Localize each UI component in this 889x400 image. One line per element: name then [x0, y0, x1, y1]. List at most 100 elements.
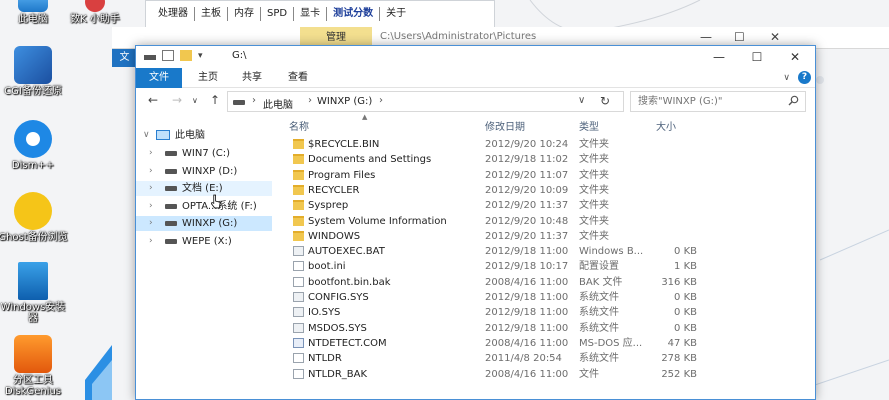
chevron-right-icon[interactable]: › — [379, 95, 383, 106]
file-row[interactable]: Documents and Settings 2012/9/18 11:02 文件夹 — [286, 152, 706, 167]
file-row[interactable]: NTLDR_BAK 2008/4/16 11:00 文件 252 KB — [286, 367, 706, 382]
refresh-icon[interactable]: ↻ — [600, 94, 610, 108]
tool-tab-active[interactable]: 测试分数 — [327, 7, 381, 21]
customize-toolbar-icon[interactable]: ▾ — [198, 51, 203, 61]
tool-tab[interactable]: 主板 — [195, 7, 228, 21]
window-title: G:\ — [232, 50, 247, 61]
desk-icon-label: 数K 小助手 — [70, 14, 120, 25]
chevron-right-icon[interactable]: › — [252, 95, 256, 106]
column-header-size[interactable]: 大小 — [656, 118, 676, 133]
chevron-right-icon[interactable]: › — [149, 234, 153, 249]
tree-item-drive-d[interactable]: › WINXP (D:) — [136, 164, 272, 179]
chevron-right-icon[interactable]: › — [149, 199, 153, 214]
file-icon — [293, 353, 304, 364]
tab-home[interactable]: 主页 — [188, 68, 228, 88]
background-file-tab[interactable]: 文 — [112, 49, 137, 67]
file-size: 0 KB — [674, 307, 697, 319]
desk-icon-windows-installer[interactable]: Windows安装器 — [0, 262, 68, 324]
file-row[interactable]: Program Files 2012/9/20 11:07 文件夹 — [286, 168, 706, 183]
chevron-right-icon[interactable]: › — [149, 181, 153, 196]
file-row[interactable]: boot.ini 2012/9/18 10:17 配置设置 1 KB — [286, 259, 706, 274]
chevron-right-icon[interactable]: › — [149, 216, 153, 231]
file-row[interactable]: RECYCLER 2012/9/20 10:09 文件夹 — [286, 183, 706, 198]
desk-icon-label: Ghost备份浏览 — [0, 232, 68, 243]
file-date: 2012/9/18 11:02 — [485, 154, 569, 166]
desk-icon-computer[interactable]: 此电脑 — [0, 0, 68, 25]
desk-icon-app[interactable]: 数K 小助手 — [60, 0, 130, 25]
minimize-icon[interactable]: — — [700, 30, 712, 44]
address-dropdown-icon[interactable]: ∨ — [578, 95, 585, 106]
recent-locations-icon[interactable]: ∨ — [192, 96, 198, 105]
chevron-right-icon[interactable]: › — [149, 164, 153, 179]
file-type: MS-DOS 应... — [579, 337, 643, 349]
tree-item-drive-f[interactable]: › OPTA...系统 (F:) — [136, 199, 272, 214]
file-icon — [293, 292, 304, 302]
file-size: 252 KB — [661, 368, 697, 380]
file-name: NTDETECT.COM — [308, 337, 387, 349]
tool-tab[interactable]: 内存 — [228, 7, 261, 21]
chevron-right-icon[interactable]: › — [308, 95, 312, 106]
tab-view[interactable]: 查看 — [278, 68, 318, 88]
file-row[interactable]: NTLDR 2011/4/8 20:54 系统文件 278 KB — [286, 351, 706, 366]
file-row[interactable]: WINDOWS 2012/9/20 11:37 文件夹 — [286, 229, 706, 244]
minimize-icon[interactable]: — — [702, 46, 736, 68]
file-row[interactable]: $RECYCLE.BIN 2012/9/20 10:24 文件夹 — [286, 137, 706, 152]
chevron-right-icon[interactable]: › — [149, 146, 153, 161]
new-folder-icon[interactable] — [180, 50, 192, 61]
maximize-icon[interactable]: ☐ — [740, 46, 774, 68]
maximize-icon[interactable]: ☐ — [734, 30, 745, 44]
tree-item-label: WINXP (G:) — [182, 218, 238, 229]
file-date: 2012/9/20 11:07 — [485, 169, 569, 181]
desk-icon-dism[interactable]: Dism++ — [0, 120, 68, 171]
file-type: 文件 — [579, 368, 599, 380]
search-box[interactable] — [630, 91, 806, 112]
close-icon[interactable]: ✕ — [770, 30, 780, 44]
tree-item-this-pc[interactable]: ∨ 此电脑 — [136, 128, 272, 143]
file-name: bootfont.bin.bak — [308, 276, 391, 288]
help-icon[interactable]: ? — [798, 71, 811, 84]
tree-item-drive-x[interactable]: › WEPE (X:) — [136, 234, 272, 249]
file-name: Documents and Settings — [308, 154, 432, 166]
navigation-pane: ∨ 此电脑 › WIN7 (C:) › WINXP (D:) › 文档 (E:)… — [136, 126, 272, 366]
file-row[interactable]: CONFIG.SYS 2012/9/18 11:00 系统文件 0 KB — [286, 290, 706, 305]
file-row[interactable]: IO.SYS 2012/9/18 11:00 系统文件 0 KB — [286, 305, 706, 320]
properties-icon[interactable] — [162, 50, 174, 61]
file-name: CONFIG.SYS — [308, 292, 369, 303]
file-row[interactable]: AUTOEXEC.BAT 2012/9/18 11:00 Windows B... 0… — [286, 244, 706, 259]
computer-icon — [18, 0, 48, 12]
close-icon[interactable]: ✕ — [778, 46, 812, 68]
forward-icon[interactable]: → — [172, 93, 182, 107]
tool-tab[interactable]: SPD — [261, 7, 295, 21]
back-icon[interactable]: ← — [148, 93, 158, 107]
up-icon[interactable]: ↑ — [210, 93, 220, 107]
breadcrumb-drive[interactable]: WINXP (G:) — [317, 96, 372, 107]
tree-item-drive-c[interactable]: › WIN7 (C:) — [136, 146, 272, 161]
search-input[interactable] — [631, 92, 781, 111]
desk-icon-ghost-browser[interactable]: Ghost备份浏览 — [0, 192, 68, 243]
desk-icon-ghost-tool[interactable]: CGI备份还原 — [0, 46, 68, 97]
tree-item-drive-g[interactable]: › WINXP (G:) — [136, 216, 272, 231]
file-row[interactable]: Sysprep 2012/9/20 11:37 文件夹 — [286, 198, 706, 213]
chevron-down-icon[interactable]: ∨ — [143, 128, 150, 143]
tree-item-drive-e[interactable]: › 文档 (E:) — [136, 181, 272, 196]
file-row[interactable]: NTDETECT.COM 2008/4/16 11:00 MS-DOS 应... 47… — [286, 336, 706, 351]
tool-tab[interactable]: 显卡 — [294, 7, 328, 21]
column-header-date[interactable]: 修改日期 — [485, 118, 525, 133]
file-type: 配置设置 — [579, 261, 619, 273]
breadcrumb-this-pc[interactable]: 此电脑 — [263, 96, 293, 111]
file-row[interactable]: System Volume Information 2012/9/20 10:48… — [286, 214, 706, 229]
file-type: 文件夹 — [579, 200, 609, 212]
file-row[interactable]: MSDOS.SYS 2012/9/18 11:00 系统文件 0 KB — [286, 321, 706, 336]
address-bar[interactable]: › 此电脑 › WINXP (G:) › ∨ ↻ — [227, 91, 624, 112]
drive-icon — [165, 186, 177, 191]
tab-share[interactable]: 共享 — [232, 68, 272, 88]
tool-tab[interactable]: 处理器 — [152, 7, 195, 21]
expand-ribbon-icon[interactable]: ∨ — [783, 73, 790, 83]
desk-icon-diskgenius[interactable]: 分区工具 DiskGenius — [0, 335, 68, 397]
file-row[interactable]: bootfont.bin.bak 2008/4/16 11:00 BAK 文件 316… — [286, 275, 706, 290]
tab-file[interactable]: 文件 — [136, 68, 182, 88]
tool-tab[interactable]: 关于 — [380, 7, 412, 21]
search-icon[interactable] — [788, 95, 799, 106]
column-header-name[interactable]: 名称 — [289, 118, 309, 133]
column-header-type[interactable]: 类型 — [579, 118, 599, 133]
